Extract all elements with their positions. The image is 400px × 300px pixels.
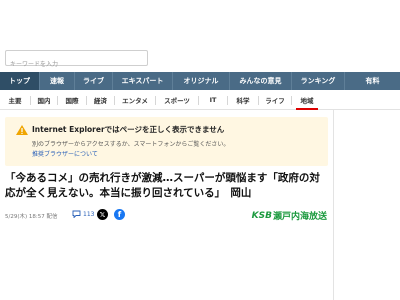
category-tab-label: ライフ (265, 97, 285, 105)
category-tab-label: エンタメ (122, 97, 148, 105)
category-tab-label: 科学 (236, 97, 250, 105)
column-divider (333, 110, 334, 300)
nav-item-label: みんなの意見 (239, 77, 282, 85)
category-tab-entertainment[interactable]: エンタメ (115, 91, 155, 110)
nav-item-expert[interactable]: エキスパート (113, 72, 173, 90)
nav-item-original[interactable]: オリジナル (173, 72, 230, 90)
source-name: 瀬戸内海放送 (272, 212, 327, 222)
category-tab-label: 国内 (37, 97, 51, 105)
nav-item-label: 速報 (50, 77, 64, 85)
recommended-browser-link[interactable]: 推奨ブラウザーについて (32, 149, 98, 158)
category-tab-world[interactable]: 国際 (58, 91, 86, 110)
category-tab-economy[interactable]: 経済 (87, 91, 114, 110)
category-tab-sports[interactable]: スポーツ (156, 91, 198, 110)
ie-notice: Internet Explorerではページを正しく表示できません 別のブラウザ… (5, 117, 328, 166)
category-tab-main[interactable]: 主要 (0, 91, 30, 110)
category-tab-label: 地域 (300, 97, 314, 105)
category-tab-domestic[interactable]: 国内 (31, 91, 57, 110)
nav-item-label: エキスパート (121, 77, 164, 85)
source-prefix: KSB (251, 210, 272, 221)
nav-item-label: トップ (9, 77, 30, 85)
nav-item-top[interactable]: トップ (0, 72, 40, 90)
category-tab-label: 国際 (65, 97, 79, 105)
category-nav: 主要 国内 国際 経済 エンタメ スポーツ IT 科学 ライフ 地域 (0, 91, 400, 110)
article-meta: 5/29(木) 18:57 配信 113 𝕏 f KSB 瀬戸内海放送 (5, 208, 331, 224)
category-tab-life[interactable]: ライフ (259, 91, 291, 110)
publish-date: 5/29(木) 18:57 配信 (5, 214, 58, 220)
search-input[interactable] (6, 57, 147, 72)
nav-item-ranking[interactable]: ランキング (292, 72, 345, 90)
category-tab-local[interactable]: 地域 (292, 91, 322, 110)
category-tab-label: 経済 (94, 97, 107, 105)
source-logo[interactable]: KSB 瀬戸内海放送 (251, 209, 327, 223)
category-tab-label: スポーツ (164, 97, 190, 105)
facebook-share-icon[interactable]: f (114, 209, 125, 220)
nav-item-opinions[interactable]: みんなの意見 (230, 72, 292, 90)
search-row (0, 50, 400, 72)
search-box[interactable] (5, 50, 148, 72)
x-share-icon[interactable]: 𝕏 (97, 209, 108, 220)
nav-item-label: ライブ (83, 77, 104, 85)
primary-nav: トップ 速報 ライブ エキスパート オリジナル みんなの意見 ランキング 有料 (0, 72, 400, 90)
comment-count: 113 (83, 210, 95, 218)
page: トップ 速報 ライブ エキスパート オリジナル みんなの意見 ランキング 有料 … (0, 0, 400, 300)
notice-description: 別のブラウザーからアクセスするか、スマートフォンからご覧ください。 (32, 141, 230, 148)
nav-item-label: 有料 (365, 77, 380, 85)
nav-item-label: ランキング (300, 77, 336, 85)
category-tab-science[interactable]: 科学 (228, 91, 258, 110)
category-tab-it[interactable]: IT (199, 91, 227, 110)
nav-item-live[interactable]: ライブ (75, 72, 113, 90)
warning-icon (16, 125, 28, 135)
notice-title: Internet Explorerではページを正しく表示できません (32, 125, 225, 134)
nav-item-paid[interactable]: 有料 (345, 72, 400, 90)
nav-item-breaking[interactable]: 速報 (40, 72, 75, 90)
comment-button[interactable]: 113 (72, 210, 94, 218)
comment-icon (72, 210, 81, 218)
article-headline: 「今あるコメ」の売れ行きが激減…スーパーが頭悩ます「政府の対応が全く見えない。本… (5, 172, 320, 199)
category-tab-label: IT (209, 96, 217, 104)
nav-item-label: オリジナル (183, 77, 219, 85)
category-tab-label: 主要 (8, 97, 22, 105)
